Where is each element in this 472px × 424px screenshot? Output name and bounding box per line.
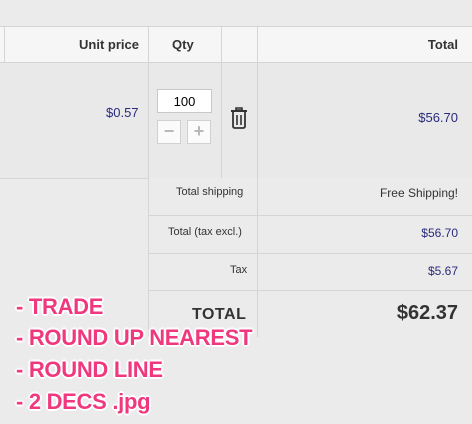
product-line-total: $56.70: [418, 110, 458, 125]
quantity-increment-button[interactable]: +: [187, 120, 211, 144]
trash-icon[interactable]: [229, 106, 249, 130]
shipping-value: Free Shipping!: [379, 186, 458, 200]
cart-table-header: [0, 26, 472, 63]
column-header-unit-price: Unit price: [79, 37, 139, 52]
annotation-line: - TRADE: [16, 294, 104, 319]
summary-divider: [148, 253, 472, 254]
tax-label: Tax: [230, 264, 248, 276]
grand-total-value: $62.37: [396, 302, 458, 324]
total-tax-excl-value: $56.70: [421, 226, 458, 240]
annotation-line: - ROUND UP NEAREST: [16, 325, 253, 350]
header-top-border: [0, 26, 472, 27]
column-divider: [257, 26, 258, 337]
shipping-label: Total shipping: [176, 186, 244, 198]
column-divider: [221, 26, 222, 178]
summary-divider: [148, 290, 472, 291]
total-tax-excl-label: Total (tax excl.): [168, 226, 242, 238]
tax-value: $5.67: [427, 264, 458, 278]
column-divider: [4, 26, 5, 63]
quantity-decrement-button[interactable]: −: [157, 120, 181, 144]
product-unit-price: $0.57: [106, 105, 139, 120]
grand-total-label: TOTAL: [192, 306, 247, 323]
column-divider: [148, 26, 149, 337]
summary-divider: [148, 215, 472, 216]
column-header-qty: Qty: [172, 37, 194, 52]
quantity-input[interactable]: [157, 89, 212, 113]
annotation-line: - ROUND LINE: [16, 357, 163, 382]
column-header-total: Total: [427, 37, 458, 52]
annotation-line: - 2 DECS .jpg: [16, 389, 151, 414]
